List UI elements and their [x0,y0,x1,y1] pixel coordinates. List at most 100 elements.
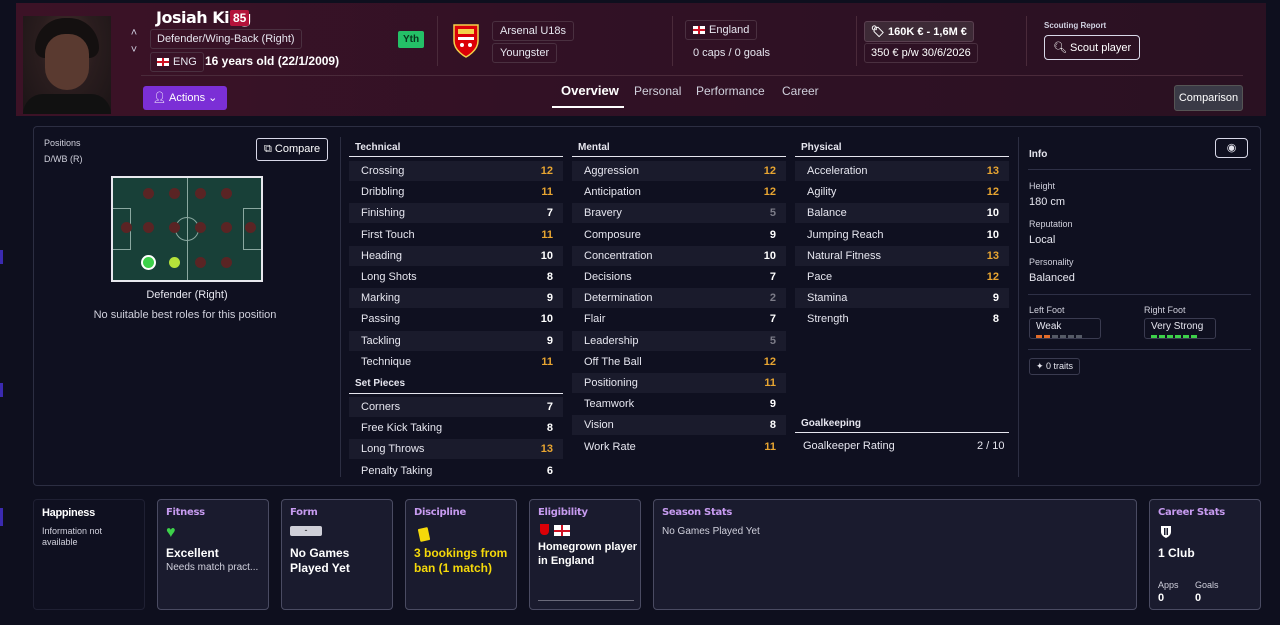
attribute-name: Aggression [584,165,640,177]
discipline-card[interactable]: Discipline 3 bookings from ban (1 match) [405,499,517,610]
attribute-row[interactable]: Positioning 11 [572,373,786,393]
form-card[interactable]: Form - No Games Played Yet [281,499,393,610]
attribute-row[interactable]: Passing 10 [349,309,563,329]
attribute-row[interactable]: Teamwork 9 [572,394,786,414]
attribute-value: 9 [546,334,553,347]
attribute-row[interactable]: Work Rate 11 [572,437,786,457]
tab-overview[interactable]: Overview [561,83,619,98]
attribute-row[interactable]: Marking 9 [349,288,563,309]
attribute-row[interactable]: Strength 8 [795,309,1009,329]
attribute-row[interactable]: Decisions 7 [572,267,786,287]
attribute-name: Marking [361,292,401,305]
divider [437,16,438,66]
traits-label: 0 traits [1046,361,1074,371]
left-foot-box: Weak [1029,318,1101,339]
career-clubs: 1 Club [1158,546,1195,560]
reputation-value: Local [1029,234,1056,246]
scout-player-button[interactable]: 🔍︎ Scout player [1044,35,1141,60]
season-stats-title: Season Stats [662,507,733,518]
youth-badge: Yth [398,31,425,48]
attribute-row[interactable]: Free Kick Taking 8 [349,418,563,438]
eligibility-value: Homegrown player in England [538,541,638,567]
eligibility-card[interactable]: Eligibility Homegrown player in England [529,499,641,610]
attribute-value: 12 [986,186,999,199]
attribute-row[interactable]: Composure 9 [572,225,786,245]
attribute-row[interactable]: Stamina 9 [795,288,1009,309]
set-pieces-header: Set Pieces [355,378,406,389]
divider [1018,137,1019,477]
position-pitch [111,176,263,282]
attribute-row[interactable]: Acceleration 13 [795,161,1009,181]
attribute-row[interactable]: Leadership 5 [572,330,786,351]
attribute-name: Teamwork [584,398,635,411]
nationality-badge: ENG [150,52,204,72]
attribute-row[interactable]: Corners 7 [349,397,563,417]
attribute-row[interactable]: First Touch 11 [349,225,563,245]
attribute-row[interactable]: Determination 2 [572,288,786,309]
attribute-row[interactable]: Heading 10 [349,245,563,266]
attribute-row[interactable]: Balance 10 [795,203,1009,224]
fitness-title: Fitness [166,507,205,518]
attribute-row[interactable]: Vision 8 [572,415,786,436]
attribute-row[interactable]: Agility 12 [795,182,1009,202]
eligibility-title: Eligibility [538,507,588,518]
attribute-row[interactable]: Long Throws 13 [349,439,563,460]
attribute-row[interactable]: Jumping Reach 10 [795,225,1009,245]
left-foot-label: Left Foot [1029,305,1065,315]
actions-button[interactable]: 👤︎ Actions ⌄ [143,86,227,110]
positions-value: D/WB (R) [44,154,83,164]
attribute-row[interactable]: Bravery 5 [572,203,786,224]
attribute-name: Passing [361,313,401,326]
left-foot-value: Weak [1036,321,1062,332]
tab-career[interactable]: Career [782,84,819,98]
fitness-card[interactable]: Fitness ♥ Excellent Needs match pract... [157,499,269,610]
attribute-row[interactable]: Natural Fitness 13 [795,245,1009,266]
tab-personal[interactable]: Personal [634,84,681,98]
goals-label: Goals [1195,580,1219,590]
country-label: England [709,24,750,36]
attribute-view-button[interactable]: ◉ [1215,138,1248,158]
attribute-row[interactable]: Tackling 9 [349,330,563,351]
attribute-value: 6 [546,464,553,477]
country-box[interactable]: England [685,20,758,40]
attribute-row[interactable]: Aggression 12 [572,161,786,181]
comparison-button[interactable]: Comparison [1174,85,1243,111]
attribute-value: 7 [769,271,776,283]
divider [340,137,341,477]
attribute-name: Strength [807,313,849,326]
tab-performance[interactable]: Performance [696,84,765,98]
attribute-row[interactable]: Dribbling 11 [349,182,563,202]
actions-label: Actions [169,92,206,104]
caps-goals: 0 caps / 0 goals [693,47,771,59]
attribute-row[interactable]: Anticipation 12 [572,182,786,202]
attribute-value: 12 [986,271,999,283]
compare-button[interactable]: ⧉ Compare [256,138,329,161]
attribute-row[interactable]: Technique 11 [349,352,563,372]
club-crest-icon[interactable] [451,23,481,59]
chevron-down-icon[interactable]: ˅ [127,42,141,59]
traits-button[interactable]: ✦ 0 traits [1029,358,1081,375]
attribute-value: 10 [763,249,776,262]
attribute-row[interactable]: Finishing 7 [349,203,563,224]
attribute-value: 10 [540,249,553,262]
career-stats-title: Career Stats [1158,507,1225,518]
divider [1028,169,1251,170]
discipline-value: 3 bookings from ban (1 match) [414,546,508,575]
apps-label: Apps [1158,580,1179,590]
attribute-row[interactable]: Off The Ball 12 [572,352,786,372]
season-stats-card[interactable]: Season Stats No Games Played Yet [653,499,1137,610]
divider [1028,294,1251,295]
attribute-row[interactable]: Flair 7 [572,309,786,329]
attribute-row[interactable]: Long Shots 8 [349,267,563,287]
attribute-row[interactable]: Penalty Taking 6 [349,461,563,481]
attribute-row[interactable]: Pace 12 [795,267,1009,287]
happiness-card[interactable]: Happiness Information not available [33,499,145,610]
divider [572,156,786,157]
right-foot-value: Very Strong [1151,321,1204,332]
chevron-up-icon[interactable]: ˄ [127,25,141,42]
attribute-row[interactable]: Concentration 10 [572,245,786,266]
career-stats-card[interactable]: Career Stats 1 Club Apps 0 Goals 0 [1149,499,1261,610]
attribute-value: 9 [546,292,553,305]
attribute-row[interactable]: Crossing 12 [349,161,563,181]
club-name[interactable]: Arsenal U18s [492,21,575,41]
